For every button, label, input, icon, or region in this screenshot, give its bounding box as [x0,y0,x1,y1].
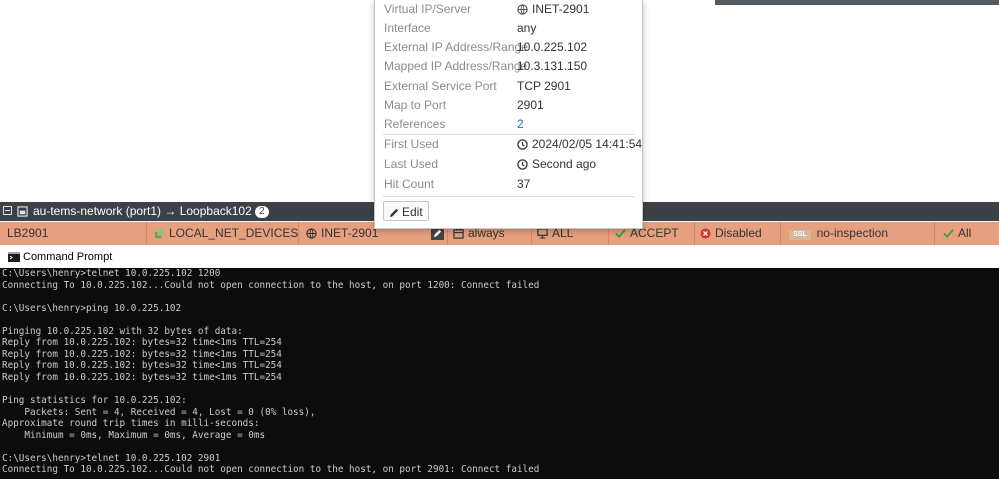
group-title: au-tems-network (port1) → Loopback102 2 [33,202,269,221]
console-line: Connecting To 10.0.225.102...Could not o… [2,464,540,476]
console-line: Reply from 10.0.225.102: bytes=32 time<1… [2,371,282,383]
console-line: Reply from 10.0.225.102: bytes=32 time<1… [2,337,282,349]
collapse-icon[interactable] [3,206,12,215]
field-label: Map to Port [384,98,447,112]
console-line: Connecting To 10.0.225.102...Could not o… [2,279,540,291]
field-label: References [384,117,446,131]
virtual-ip-icon [306,228,317,240]
source-value: LOCAL_NET_DEVICES [169,226,299,240]
vip-row-virtual-ip: Virtual IP/Server INET-2901 [384,0,636,18]
field-value: INET-2901 [517,0,589,18]
policy-count-badge: 2 [254,206,269,218]
vip-row-hit-count: Hit Count 37 [384,175,636,193]
field-label: Mapped IP Address/Range [384,59,528,73]
field-value: 37 [517,177,531,191]
log-value: All [958,226,972,240]
field-label: Last Used [384,157,439,171]
vip-tooltip-panel: Virtual IP/Server INET-2901 Interface an… [374,0,643,229]
field-value: 2024/02/05 14:41:54 [517,135,642,153]
clock-icon [517,139,528,151]
calendar-icon [453,229,464,240]
ssl-badge-icon: SSL [789,230,811,240]
vip-row-first-used: First Used 2024/02/05 14:41:54 [384,135,642,153]
clock-icon [517,159,528,171]
field-label: First Used [384,137,439,151]
nat-cell[interactable]: Disabled [694,222,780,245]
vip-row-references: References 2 [384,115,636,133]
console-line: Reply from 10.0.225.102: bytes=32 time<1… [2,348,282,360]
field-label: Virtual IP/Server [384,2,472,16]
vip-row-external-ip: External IP Address/Range 10.0.225.102 [384,38,636,56]
console-line: C:\Users\henry>telnet 10.0.225.102 2901 [2,452,221,464]
address-group-icon [154,228,165,239]
field-value: 2901 [517,98,544,112]
field-label: External Service Port [384,79,497,93]
last-used-value: Second ago [532,157,597,171]
security-profile-cell[interactable]: SSL no-inspection [780,222,934,245]
virtual-ip-value: INET-2901 [532,2,590,16]
field-label: External IP Address/Range [384,40,528,54]
console-output[interactable]: C:\Users\henry>telnet 10.0.225.102 1200 … [0,268,999,479]
nat-value: Disabled [715,226,762,240]
command-prompt-icon [8,252,20,262]
top-toolbar-strip [715,0,999,5]
console-line: C:\Users\henry>ping 10.0.225.102 [2,302,182,314]
group-title-text: au-tems-network (port1) → Loopback102 [33,204,252,218]
divider [383,196,635,197]
policy-name-cell[interactable]: LB2901 [0,222,146,245]
first-used-value: 2024/02/05 14:41:54 [532,137,643,151]
field-label: Interface [384,21,431,35]
edit-button-label: Edit [402,205,423,219]
console-line: Minimum = 0ms, Maximum = 0ms, Average = … [2,429,266,441]
log-cell[interactable]: All [934,222,999,245]
destination-value: INET-2901 [321,226,379,240]
field-value: any [517,21,537,35]
policy-name: LB2901 [7,226,49,240]
field-value: Second ago [517,155,596,173]
console-line: Reply from 10.0.225.102: bytes=32 time<1… [2,360,282,372]
references-link[interactable]: 2 [517,115,524,133]
interface-pair-icon [17,206,28,217]
security-profile-value: no-inspection [816,226,889,240]
edit-button[interactable]: Edit [383,201,429,221]
field-label: Hit Count [384,177,435,191]
vip-row-last-used: Last Used Second ago [384,155,636,173]
console-line: Ping statistics for 10.0.225.102: [2,395,187,407]
checkmark-icon [615,229,626,239]
window-title: Command Prompt [23,251,113,263]
field-value: 10.0.225.102 [517,40,588,54]
vip-row-map-to-port: Map to Port 2901 [384,96,636,114]
service-icon [537,228,548,240]
field-value: TCP 2901 [517,79,571,93]
source-cell[interactable]: LOCAL_NET_DEVICES [146,222,298,245]
field-value: 10.3.131.150 [517,59,588,73]
command-prompt-titlebar[interactable]: Command Prompt [0,247,999,268]
console-line: Pinging 10.0.225.102 with 32 bytes of da… [2,325,243,337]
vip-row-external-port: External Service Port TCP 2901 [384,77,636,95]
virtual-ip-icon [517,4,528,16]
console-line: Packets: Sent = 4, Received = 4, Lost = … [2,406,316,418]
disabled-icon [700,228,711,239]
pencil-icon [389,208,399,217]
console-line: C:\Users\henry>telnet 10.0.225.102 1200 [2,268,221,279]
console-line: Approximate round trip times in milli-se… [2,418,260,430]
checkmark-icon [943,229,954,239]
vip-row-interface: Interface any [384,19,636,37]
vip-row-mapped-ip: Mapped IP Address/Range 10.3.131.150 [384,57,636,75]
